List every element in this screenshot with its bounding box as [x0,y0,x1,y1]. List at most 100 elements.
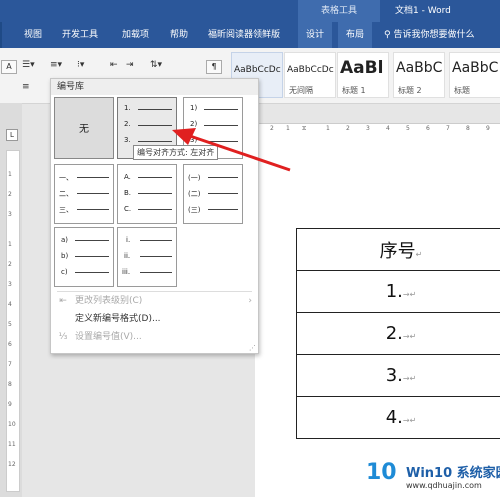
site-watermark: 10 Win10 系统家园 www.qdhuajin.com [366,458,500,497]
list-label: (一) [188,174,201,182]
table-cell[interactable]: 序号↵ [296,228,500,271]
list-label: c) [61,268,68,276]
tab-layout[interactable]: 布局 [338,22,373,48]
bullets-icon[interactable]: ☰▾ [22,60,35,70]
style-title[interactable]: AaBbC 标题 [449,52,500,98]
increase-indent-icon[interactable]: ⇥ [126,60,134,70]
tab-selector-icon[interactable]: L [6,129,18,141]
numbering-option-upper-alpha[interactable]: A. B. C. [117,164,177,224]
list-label: A. [124,173,131,181]
cell-text: 序号 [379,240,416,262]
numbering-option-lower-roman[interactable]: i. ii. iii. [117,227,177,287]
tab-design[interactable]: 设计 [298,22,333,48]
list-label: a) [61,236,69,244]
list-label: C. [124,205,132,213]
menu-label: 更改列表级别(C) [75,296,143,306]
table-cell[interactable]: 4.→↵ [296,396,500,439]
watermark-url: www.qdhuajin.com [406,481,482,490]
list-label: 二、 [59,190,73,198]
list-label: 1. [124,104,131,112]
menu-define-new-format[interactable]: 定义新编号格式(D)... [51,311,258,328]
cell-text: 2. [385,323,403,344]
title-bar: 表格工具 文档1 - Word [0,0,500,22]
list-label: ii. [124,252,131,260]
menu-label: 设置编号值(V)... [75,332,142,342]
style-name: 无间隔 [289,86,313,95]
table-row: 4.→↵ [296,396,500,439]
style-preview: AaBbCcDc [234,65,281,75]
tab-addins[interactable]: 加载项 [122,22,149,48]
document-table: 序号↵ 1.→↵ 2.→↵ 3.→↵ 4.→↵ [296,228,500,439]
tell-me-search[interactable]: ⚲ 告诉我你想要做什么 [384,22,474,48]
list-label: 2) [190,120,198,128]
ribbon-tab-bar: 视图 开发工具 加载项 帮助 福昕阅读器领鲜版 设计 布局 ⚲ 告诉我你想要做什… [0,22,500,48]
tab-help[interactable]: 帮助 [170,22,188,48]
search-icon: ⚲ [384,30,391,40]
style-name: 标题 1 [342,86,366,95]
multilevel-list-icon[interactable]: ⁝▾ [77,60,84,70]
set-value-icon: ⅓ [58,332,68,342]
menu-set-numbering-value[interactable]: ⅓ 设置编号值(V)... [51,329,258,346]
list-label: B. [124,189,132,197]
tab-overflow-edge [0,22,2,48]
align-left-icon[interactable]: ≡ [22,82,30,92]
sort-icon[interactable]: ⇅▾ [150,60,162,70]
alignment-tooltip: 编号对齐方式: 左对齐 [133,145,219,160]
numbering-option-lower-alpha[interactable]: a) b) c) [54,227,114,287]
numbering-library-dropdown: 编号库 无 1. 2. 3. 1) 2) 3) 一、 二、 三、 A. B. C… [50,78,259,354]
menu-separator [57,291,252,292]
menu-label: 定义新编号格式(D)... [75,314,161,324]
table-row: 序号↵ [296,228,500,271]
list-label: iii. [122,268,131,276]
chevron-right-icon: › [248,296,252,306]
table-cell[interactable]: 2.→↵ [296,312,500,355]
list-label: 2. [124,120,131,128]
menu-change-list-level[interactable]: ⇤ 更改列表级别(C) › [51,293,258,310]
style-preview: AaBbC [396,60,443,76]
numbering-option-chinese-paren[interactable]: (一) (二) (三) [183,164,243,224]
decrease-indent-icon[interactable]: ⇤ [110,60,118,70]
list-label: 一、 [59,174,73,182]
style-name: 标题 [454,86,470,95]
cell-text: 3. [385,365,403,386]
table-cell[interactable]: 3.→↵ [296,354,500,397]
watermark-logo: 10 [366,460,397,485]
numbering-icon[interactable]: ≡▾ [50,60,62,70]
horizontal-ruler: 2 1 ⧖ 1 2 3 4 5 6 7 8 9 [255,123,500,138]
list-label: i. [126,236,131,244]
tell-me-text: 告诉我你想要做什么 [393,30,475,40]
style-preview: AaBbCcDc [287,65,334,75]
watermark-title: Win10 系统家园 [406,466,500,481]
tab-foxit-reader[interactable]: 福昕阅读器领鲜版 [208,22,280,48]
resize-grip-icon[interactable]: ⋰ [249,344,256,352]
style-no-spacing[interactable]: AaBbCcDc 无间隔 [284,52,336,98]
cell-text: 4. [385,407,403,428]
table-cell[interactable]: 1.→↵ [296,270,500,313]
font-color-box-icon[interactable]: A [1,60,17,74]
list-label: (三) [188,206,201,214]
list-label: b) [61,252,69,260]
document-title: 文档1 - Word [395,6,451,16]
none-label: 无 [79,124,89,135]
list-label: (二) [188,190,201,198]
cell-text: 1. [385,281,403,302]
numbering-option-chinese[interactable]: 一、 二、 三、 [54,164,114,224]
table-row: 2.→↵ [296,312,500,355]
list-label: 3) [190,136,198,144]
list-label: 1) [190,104,198,112]
numbering-library-header: 编号库 [51,79,258,95]
table-tools-label: 表格工具 [298,0,380,22]
style-heading-1[interactable]: AaBl 标题 1 [337,52,389,98]
tab-developer[interactable]: 开发工具 [62,22,98,48]
list-label: 3. [124,136,131,144]
style-name: 标题 2 [398,86,422,95]
table-row: 1.→↵ [296,270,500,313]
table-row: 3.→↵ [296,354,500,397]
style-heading-2[interactable]: AaBbC 标题 2 [393,52,445,98]
numbering-none[interactable]: 无 [54,97,114,159]
tab-view[interactable]: 视图 [24,22,42,48]
change-level-icon: ⇤ [59,296,67,306]
show-marks-icon[interactable]: ¶ [206,60,222,74]
style-preview: AaBbC [452,60,499,76]
list-label: 三、 [59,206,73,214]
